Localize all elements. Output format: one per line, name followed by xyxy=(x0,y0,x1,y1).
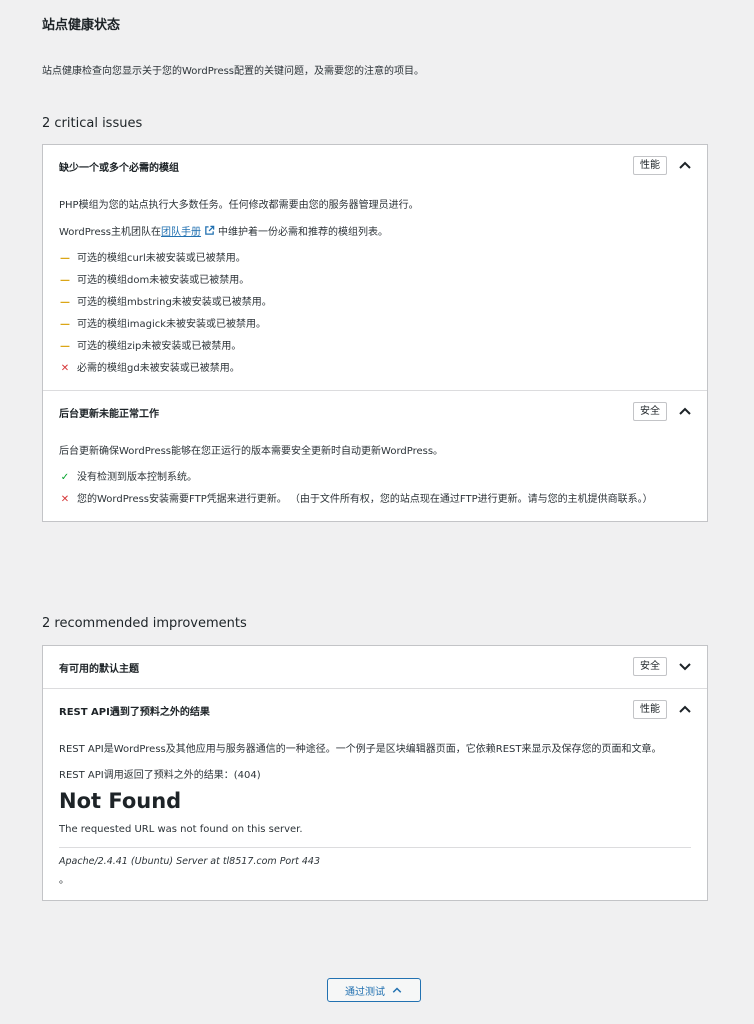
issue-background-updates: 后台更新未能正常工作 安全 后台更新确保WordPress能够在您正运行的版本需… xyxy=(43,391,707,521)
issue-header-rest-api[interactable]: REST API遇到了预料之外的结果 性能 xyxy=(43,689,707,731)
issue-title: 后台更新未能正常工作 xyxy=(59,409,159,420)
check-text: 可选的模组curl未被安装或已被禁用。 xyxy=(77,253,246,264)
check-text: 可选的模组dom未被安装或已被禁用。 xyxy=(77,275,250,286)
list-item: ✕ 必需的模组gd未被安装或已被禁用。 xyxy=(59,362,691,376)
issue-body: 后台更新确保WordPress能够在您正运行的版本需要安全更新时自动更新Word… xyxy=(43,433,707,521)
handbook-note-after: 中维护着一份必需和推荐的模组列表。 xyxy=(218,227,389,238)
external-link-icon xyxy=(205,225,215,235)
chevron-up-icon[interactable] xyxy=(677,701,693,717)
chevron-up-icon xyxy=(392,987,402,993)
list-item: — 可选的模组mbstring未被安装或已被禁用。 xyxy=(59,296,691,310)
handbook-note-before: WordPress主机团队在 xyxy=(59,227,162,238)
rest-api-result: REST API调用返回了预料之外的结果：(404) xyxy=(59,770,261,781)
check-text: 可选的模组imagick未被安装或已被禁用。 xyxy=(77,319,267,330)
chevron-up-icon[interactable] xyxy=(677,157,693,173)
issue-missing-modules: 缺少一个或多个必需的模组 性能 PHP模组为您的站点执行大多数任务。任何修改都需… xyxy=(43,145,707,391)
dash-icon: — xyxy=(60,319,70,330)
issue-title: 有可用的默认主题 xyxy=(59,664,139,675)
chevron-up-icon[interactable] xyxy=(677,403,693,419)
dash-icon: — xyxy=(60,297,70,308)
list-item: — 可选的模组dom未被安装或已被禁用。 xyxy=(59,274,691,288)
server-address: Apache/2.4.41 (Ubuntu) Server at tl8517.… xyxy=(59,856,321,867)
x-icon: ✕ xyxy=(60,363,70,374)
recommended-improvements-panel: 有可用的默认主题 安全 REST API遇到了预料之外的结果 性能 REST A… xyxy=(42,645,708,901)
chevron-down-icon[interactable] xyxy=(677,658,693,674)
critical-issues-heading: 2 critical issues xyxy=(42,116,143,131)
issue-description: REST API是WordPress及其他应用与服务器通信的一种途径。一个例子是… xyxy=(59,744,662,755)
passed-tests-button[interactable]: 通过测试 xyxy=(327,978,421,1002)
issue-rest-api: REST API遇到了预料之外的结果 性能 REST API是WordPress… xyxy=(43,689,707,900)
passed-tests-label: 通过测试 xyxy=(345,986,385,998)
issue-description: PHP模组为您的站点执行大多数任务。任何修改都需要由您的服务器管理员进行。 xyxy=(59,200,419,211)
divider xyxy=(59,847,691,848)
not-found-message: The requested URL was not found on this … xyxy=(59,824,303,835)
list-item: — 可选的模组imagick未被安装或已被禁用。 xyxy=(59,318,691,332)
critical-issues-panel: 缺少一个或多个必需的模组 性能 PHP模组为您的站点执行大多数任务。任何修改都需… xyxy=(42,144,708,522)
check-text: 可选的模组mbstring未被安装或已被禁用。 xyxy=(77,297,272,308)
team-handbook-link[interactable]: 团队手册 xyxy=(161,227,201,238)
issue-default-theme: 有可用的默认主题 安全 xyxy=(43,646,707,689)
list-item: — 可选的模组zip未被安装或已被禁用。 xyxy=(59,340,691,354)
dash-icon: — xyxy=(60,341,70,352)
check-text: 必需的模组gd未被安装或已被禁用。 xyxy=(77,363,240,374)
update-check-list: ✓ 没有检测到版本控制系统。 ✕ 您的WordPress安装需要FTP凭据来进行更新… xyxy=(59,471,691,507)
list-item: — 可选的模组curl未被安装或已被禁用。 xyxy=(59,252,691,266)
dash-icon: — xyxy=(60,253,70,264)
not-found-heading: Not Found xyxy=(59,789,182,813)
check-text: 没有检测到版本控制系统。 xyxy=(77,472,197,483)
category-badge: 安全 xyxy=(633,657,667,676)
issue-body: REST API是WordPress及其他应用与服务器通信的一种途径。一个例子是… xyxy=(43,731,707,900)
dash-icon: — xyxy=(60,275,70,286)
issue-description: 后台更新确保WordPress能够在您正运行的版本需要安全更新时自动更新Word… xyxy=(59,446,444,457)
list-item: ✓ 没有检测到版本控制系统。 xyxy=(59,471,691,485)
check-text: 可选的模组zip未被安装或已被禁用。 xyxy=(77,341,242,352)
page-intro: 站点健康检查向您显示关于您的WordPress配置的关键问题，及需要您的注意的项… xyxy=(42,66,425,77)
module-check-list: — 可选的模组curl未被安装或已被禁用。 — 可选的模组dom未被安装或已被禁用。… xyxy=(59,252,691,376)
issue-title: 缺少一个或多个必需的模组 xyxy=(59,163,179,174)
trailing-punctuation: 。 xyxy=(59,875,69,886)
check-icon: ✓ xyxy=(60,472,70,483)
recommended-improvements-heading: 2 recommended improvements xyxy=(42,616,247,631)
category-badge: 性能 xyxy=(633,700,667,719)
page-title: 站点健康状态 xyxy=(42,18,121,33)
issue-title: REST API遇到了预料之外的结果 xyxy=(59,707,210,718)
issue-body: PHP模组为您的站点执行大多数任务。任何修改都需要由您的服务器管理员进行。 Wo… xyxy=(43,187,707,390)
issue-handbook-note: WordPress主机团队在团队手册 中维护着一份必需和推荐的模组列表。 xyxy=(59,225,691,240)
category-badge: 性能 xyxy=(633,156,667,175)
issue-header-background-updates[interactable]: 后台更新未能正常工作 安全 xyxy=(43,391,707,433)
check-text: 您的WordPress安装需要FTP凭据来进行更新。 （由于文件所有权，您的站点… xyxy=(77,494,653,505)
issue-header-default-theme[interactable]: 有可用的默认主题 安全 xyxy=(43,646,707,688)
list-item: ✕ 您的WordPress安装需要FTP凭据来进行更新。 （由于文件所有权，您的站… xyxy=(59,493,691,507)
category-badge: 安全 xyxy=(633,402,667,421)
issue-header-missing-modules[interactable]: 缺少一个或多个必需的模组 性能 xyxy=(43,145,707,187)
x-icon: ✕ xyxy=(60,494,70,505)
